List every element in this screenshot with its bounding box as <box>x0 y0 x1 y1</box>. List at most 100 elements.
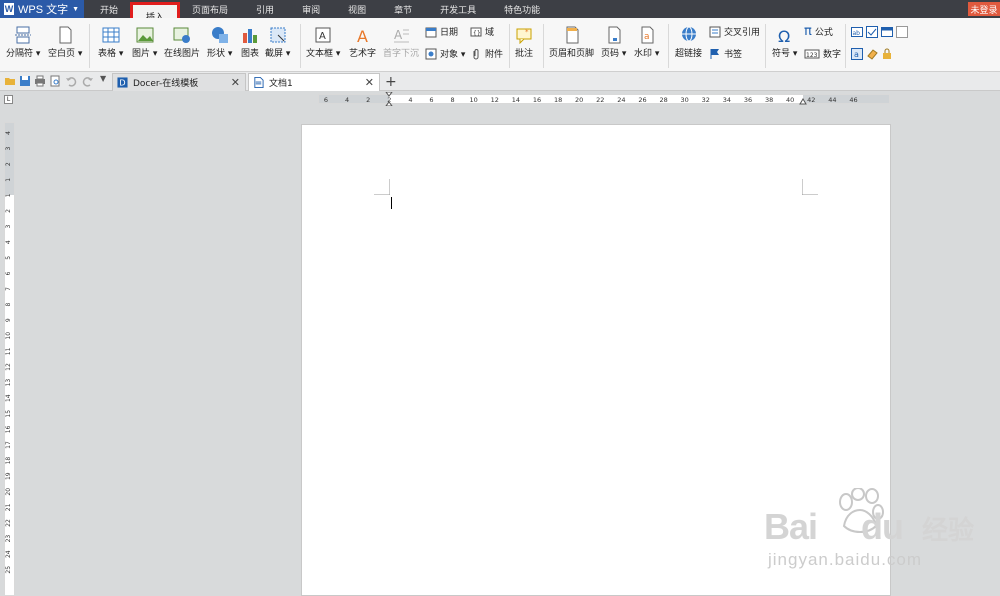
table-label: 表格 <box>98 49 117 59</box>
cross-reference-label: 交叉引用 <box>724 28 761 38</box>
text-cursor <box>391 197 392 209</box>
cross-reference-button[interactable]: 交叉引用 <box>709 25 760 38</box>
ruler-tick-label: 13 <box>5 379 12 387</box>
picture-button[interactable]: 图片 ▾ <box>132 26 157 59</box>
ruler-tick-label: 44 <box>828 96 836 103</box>
customize-toolbar-icon[interactable]: ▼ <box>100 74 112 86</box>
symbol-button[interactable]: Ω 符号 ▾ <box>772 26 797 59</box>
ruler-tick-label: 14 <box>5 394 12 402</box>
ruler-tick-label: 20 <box>575 96 583 103</box>
screenshot-button[interactable]: 截屏 ▾ <box>265 26 290 59</box>
form-icon[interactable] <box>896 26 908 38</box>
globe-link-icon <box>681 26 696 42</box>
print-preview-icon[interactable] <box>49 75 61 87</box>
tab-section[interactable]: 章节 <box>380 0 426 18</box>
ruler-tick-label: 38 <box>765 96 773 103</box>
bookmark-button[interactable]: 书签 <box>709 47 742 60</box>
save-icon[interactable] <box>19 75 31 87</box>
ruler-tick-label: 2 <box>366 96 370 103</box>
checkbox-icon[interactable] <box>866 26 878 38</box>
tab-home[interactable]: 开始 <box>84 0 132 18</box>
ribbon-divider <box>89 24 90 68</box>
svg-text:A: A <box>394 28 403 42</box>
vertical-ruler[interactable]: 4 3 2 1 1 2 3 4 5 6 7 8 9 10 11 12 13 14 15 16 17 18 19 20 21 22 2… <box>4 122 15 596</box>
page-number-button[interactable]: 页码 ▾ <box>601 26 626 59</box>
tab-developer[interactable]: 开发工具 <box>426 0 490 18</box>
watermark-button[interactable]: a 水印 ▾ <box>634 26 659 59</box>
ribbon-divider <box>300 24 301 68</box>
page-break-button[interactable]: 分隔符 ▾ <box>6 26 40 59</box>
tab-special[interactable]: 特色功能 <box>490 0 554 18</box>
combo-box-icon[interactable] <box>881 26 893 38</box>
table-button[interactable]: 表格 ▾ <box>98 26 123 59</box>
margin-corner-marker <box>374 179 390 195</box>
tab-stop-selector[interactable]: L <box>4 95 13 104</box>
svg-text:a: a <box>644 32 650 42</box>
drop-cap-button[interactable]: A 首字下沉 <box>383 26 419 59</box>
horizontal-ruler[interactable]: 6 4 2 2 4 6 8 10 12 14 16 18 20 22 24 26 28 30 32 34 36 38 40 4… <box>318 92 890 106</box>
app-name: WPS 文字 <box>18 4 69 16</box>
tab-review[interactable]: 审阅 <box>288 0 334 18</box>
text-box-button[interactable]: A 文本框 ▾ <box>306 26 340 59</box>
svg-text:A: A <box>357 27 368 44</box>
shape-icon <box>211 27 228 43</box>
undo-icon[interactable] <box>65 75 77 87</box>
login-button[interactable]: 未登录 <box>968 2 1000 16</box>
word-art-button[interactable]: A 艺术字 <box>349 26 376 59</box>
shape-button[interactable]: 形状 ▾ <box>207 26 232 59</box>
ruler-tick-label: 32 <box>702 96 710 103</box>
watermark-cn: 经验 <box>922 516 975 546</box>
ruler-tick-label: 14 <box>512 96 520 103</box>
ruler-tick-label: 4 <box>408 96 412 103</box>
tab-page-layout[interactable]: 页面布局 <box>178 0 242 18</box>
tab-docer-templates[interactable]: D Docer-在线模板 ✕ <box>112 73 246 91</box>
field-icon: {} <box>470 27 482 37</box>
blank-page-icon <box>59 26 72 44</box>
text-field-icon[interactable]: ab <box>851 26 863 38</box>
new-tab-button[interactable]: + <box>385 74 397 90</box>
design-mode-icon[interactable]: a <box>851 48 863 60</box>
date-button[interactable]: 日期 <box>425 25 458 38</box>
comment-button[interactable]: * 批注 <box>515 26 533 59</box>
field-button[interactable]: {} 域 <box>470 25 494 38</box>
chart-button[interactable]: 图表 <box>241 26 259 59</box>
number-button[interactable]: 123 数字 <box>804 47 841 60</box>
cross-reference-icon <box>709 26 721 37</box>
blank-page-button[interactable]: 空白页 ▾ <box>48 26 82 59</box>
ruler-tick-label: 24 <box>5 550 12 558</box>
tab-references[interactable]: 引用 <box>242 0 288 18</box>
ruler-tick-label: 24 <box>617 96 625 103</box>
redo-icon[interactable] <box>82 75 94 87</box>
tab-view[interactable]: 视图 <box>334 0 380 18</box>
open-folder-icon[interactable] <box>4 75 16 87</box>
right-indent-marker-icon[interactable] <box>799 97 807 105</box>
text-box-label: 文本框 <box>306 49 334 59</box>
attachment-button[interactable]: 附件 <box>470 47 503 60</box>
print-icon[interactable] <box>34 75 46 87</box>
tab-document1[interactable]: 文档1 ✕ <box>248 73 380 91</box>
watermark-url: jingyan.baidu.com <box>768 550 923 569</box>
object-icon <box>425 48 437 59</box>
close-icon[interactable]: ✕ <box>231 76 240 89</box>
ruler-tick-label: 11 <box>5 347 12 355</box>
lock-icon[interactable] <box>881 48 893 60</box>
header-footer-button[interactable]: 页眉和页脚 <box>549 26 594 59</box>
eraser-icon[interactable] <box>866 48 878 60</box>
watermark-brand2: du <box>861 506 904 547</box>
object-label: 对象 <box>440 50 459 60</box>
online-picture-button[interactable]: 在线图片 <box>164 26 200 59</box>
ruler-tick-label: 15 <box>5 410 12 418</box>
hyperlink-label: 超链接 <box>675 49 703 59</box>
svg-text:A: A <box>319 31 326 42</box>
hyperlink-button[interactable]: 超链接 <box>675 26 702 59</box>
close-icon[interactable]: ✕ <box>365 76 374 89</box>
document-tab-bar: ▼ D Docer-在线模板 ✕ 文档1 ✕ + <box>0 72 1000 91</box>
object-button[interactable]: 对象 ▾ <box>425 47 465 60</box>
ruler-tick-label: 18 <box>554 96 562 103</box>
comment-icon: * <box>516 28 532 44</box>
formula-button[interactable]: π 公式 <box>804 24 833 39</box>
app-menu-button[interactable]: W WPS 文字 ▼ <box>0 0 84 18</box>
comment-label: 批注 <box>515 49 534 59</box>
ruler-tick-label: 16 <box>5 425 12 433</box>
indent-marker-icon[interactable] <box>385 92 393 106</box>
